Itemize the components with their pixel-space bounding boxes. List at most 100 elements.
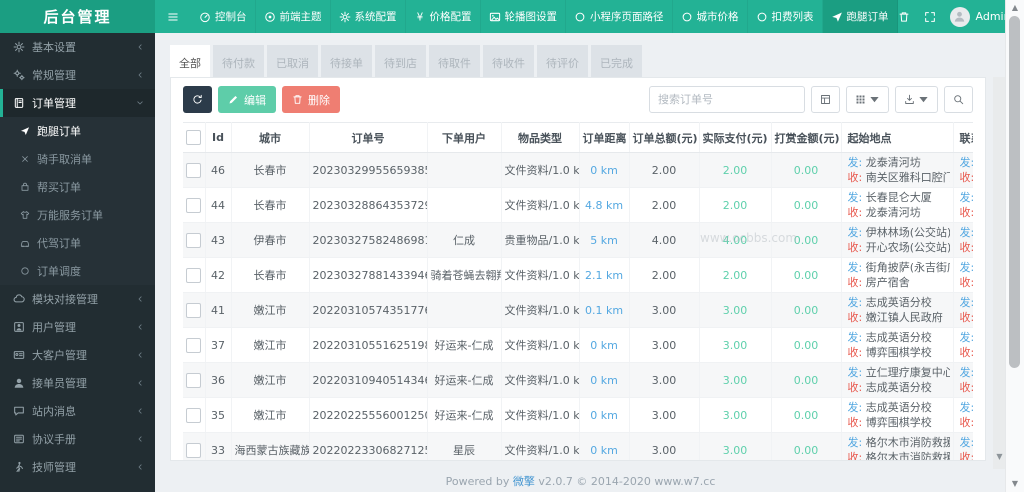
scroll-down-arrow-icon[interactable]: ▼ [1006,480,1024,488]
sidebar-subitem-跑腿订单[interactable]: 跑腿订单 [0,117,155,145]
sidebar-toggle-button[interactable] [155,0,191,33]
export-button[interactable] [895,86,938,113]
topnav-item-跑腿订单[interactable]: 跑腿订单 [822,0,898,33]
dashboard-icon [199,11,211,23]
receive-label: 收: [847,171,866,184]
sidebar-item-订单管理[interactable]: 订单管理 [0,89,155,117]
layout-button[interactable] [811,86,840,113]
sidebar-subitem-万能服务订单[interactable]: 万能服务订单 [0,201,155,229]
receive-label: 收: [959,311,974,324]
user-menu[interactable]: Admin [949,6,1011,27]
sidebar-item-基本设置[interactable]: 基本设置 [0,33,155,61]
tab-待评价[interactable]: 待评价 [537,45,588,80]
row-checkbox[interactable] [186,372,202,388]
cell-order-no: 202203105743517761 [309,292,428,328]
sidebar-item-大客户管理[interactable]: 大客户管理 [0,341,155,369]
column-header-订单总额(元)[interactable]: 订单总额(元) [629,122,700,153]
column-header-物品类型[interactable]: 物品类型 [501,122,580,153]
sidebar-subitem-代驾订单[interactable]: 代驾订单 [0,229,155,257]
person-icon [953,10,966,23]
trash-icon[interactable] [898,11,910,23]
contact-from: 发: 1 [960,295,974,310]
topnav-item-前端主题[interactable]: 前端主题 [256,0,331,33]
refresh-button[interactable] [183,86,212,113]
receive-label: 收: [847,346,866,359]
topnav-item-小程序页面路径[interactable]: 小程序页面路径 [566,0,673,33]
row-checkbox[interactable] [186,442,202,458]
tab-待付款[interactable]: 待付款 [213,45,264,80]
sidebar-item-label: 站内消息 [32,405,76,418]
page-scrollbar-thumb[interactable] [1009,16,1020,368]
receive-label: 收: [847,276,866,289]
sidebar-subitem-订单调度[interactable]: 订单调度 [0,257,155,285]
cell-city: 长春市 [231,257,310,293]
cell-id: 44 [205,187,232,223]
sidebar-item-技师管理[interactable]: 技师管理 [0,453,155,481]
gears-icon [13,69,25,81]
sidebar-item-接单员管理[interactable]: 接单员管理 [0,369,155,397]
contact-to: 收: 1 [960,205,974,220]
column-header-实际支付(元)[interactable]: 实际支付(元) [699,122,772,153]
search-button[interactable] [944,86,973,113]
row-checkbox-cell [183,292,206,328]
topnav-item-控制台[interactable]: 控制台 [191,0,256,33]
scroll-up-arrow-icon[interactable]: ▲ [1006,4,1024,12]
topnav-item-轮播图设置[interactable]: 轮播图设置 [481,0,566,33]
sidebar-item-协议手册[interactable]: 协议手册 [0,425,155,453]
footer-brand-link[interactable]: 微擎 [513,475,535,488]
row-checkbox[interactable] [186,407,202,423]
delete-button[interactable]: 删除 [282,86,340,113]
chevron-left-icon [135,406,145,416]
columns-button[interactable] [846,86,889,113]
topnav-item-城市价格[interactable]: 城市价格 [673,0,748,33]
cell-item-type: 文件资料/1.0 kg [501,397,580,433]
tab-已完成[interactable]: 已完成 [591,45,642,80]
topnav-item-扣费列表[interactable]: 扣费列表 [748,0,823,33]
caret-down-icon [869,94,880,105]
row-checkbox[interactable] [186,197,202,213]
select-all-checkbox[interactable] [186,130,202,145]
row-checkbox[interactable] [186,232,202,248]
row-checkbox[interactable] [186,302,202,318]
tab-待取件[interactable]: 待取件 [429,45,480,80]
column-header-城市[interactable]: 城市 [231,122,310,153]
cell-contacts: 发: 1收: 1 [953,152,973,188]
tab-待到店[interactable]: 待到店 [375,45,426,80]
tab-全部[interactable]: 全部 [170,45,210,80]
edit-button[interactable]: 编辑 [218,86,276,113]
table-header-row: Id 城市 订单号 下单用户 物品类型 订单距离 订单总额(元) 实际支付(元) 打赏金额(元)… [183,122,973,153]
cell-total: 2.00 [629,187,700,223]
column-header-Id[interactable]: Id [205,122,232,153]
row-checkbox[interactable] [186,162,202,178]
row-checkbox[interactable] [186,337,202,353]
sidebar-item-站内消息[interactable]: 站内消息 [0,397,155,425]
column-header-联系电话[interactable]: 联系电话 [953,122,973,153]
search-input[interactable] [649,86,805,113]
tab-待接单[interactable]: 待接单 [321,45,372,80]
cell-order-no: 202303278814339466 [309,257,428,293]
column-header-起始地点[interactable]: 起始地点 [841,122,954,153]
user-icon [13,321,25,333]
row-checkbox[interactable] [186,267,202,283]
receive-label: 收: [847,311,866,324]
column-header-打赏金额(元)[interactable]: 打赏金额(元) [771,122,842,153]
column-header-订单距离[interactable]: 订单距离 [579,122,630,153]
tab-待收件[interactable]: 待收件 [483,45,534,80]
sidebar-item-用户管理[interactable]: 用户管理 [0,313,155,341]
send-label: 发: [959,366,974,379]
column-header-下单用户[interactable]: 下单用户 [427,122,502,153]
cell-city: 伊春市 [231,222,310,258]
table-row: 42 长春市 202303278814339466 骑着苍蝇去翱翔 文件资料/1.0 k… [183,257,973,293]
person-icon [13,377,25,389]
page-scrollbar[interactable]: ▲ ▼ [1005,0,1024,492]
column-header-订单号[interactable]: 订单号 [309,122,428,153]
sidebar-item-模块对接管理[interactable]: 模块对接管理 [0,285,155,313]
topnav-item-价格配置[interactable]: ¥ 价格配置 [406,0,481,33]
topnav-item-label: 前端主题 [279,11,322,23]
topnav-item-系统配置[interactable]: 系统配置 [331,0,406,33]
sidebar-subitem-骑手取消单[interactable]: 骑手取消单 [0,145,155,173]
sidebar-subitem-帮买订单[interactable]: 帮买订单 [0,173,155,201]
sidebar-item-常规管理[interactable]: 常规管理 [0,61,155,89]
fullscreen-icon[interactable] [924,11,936,23]
tab-已取消[interactable]: 已取消 [267,45,318,80]
